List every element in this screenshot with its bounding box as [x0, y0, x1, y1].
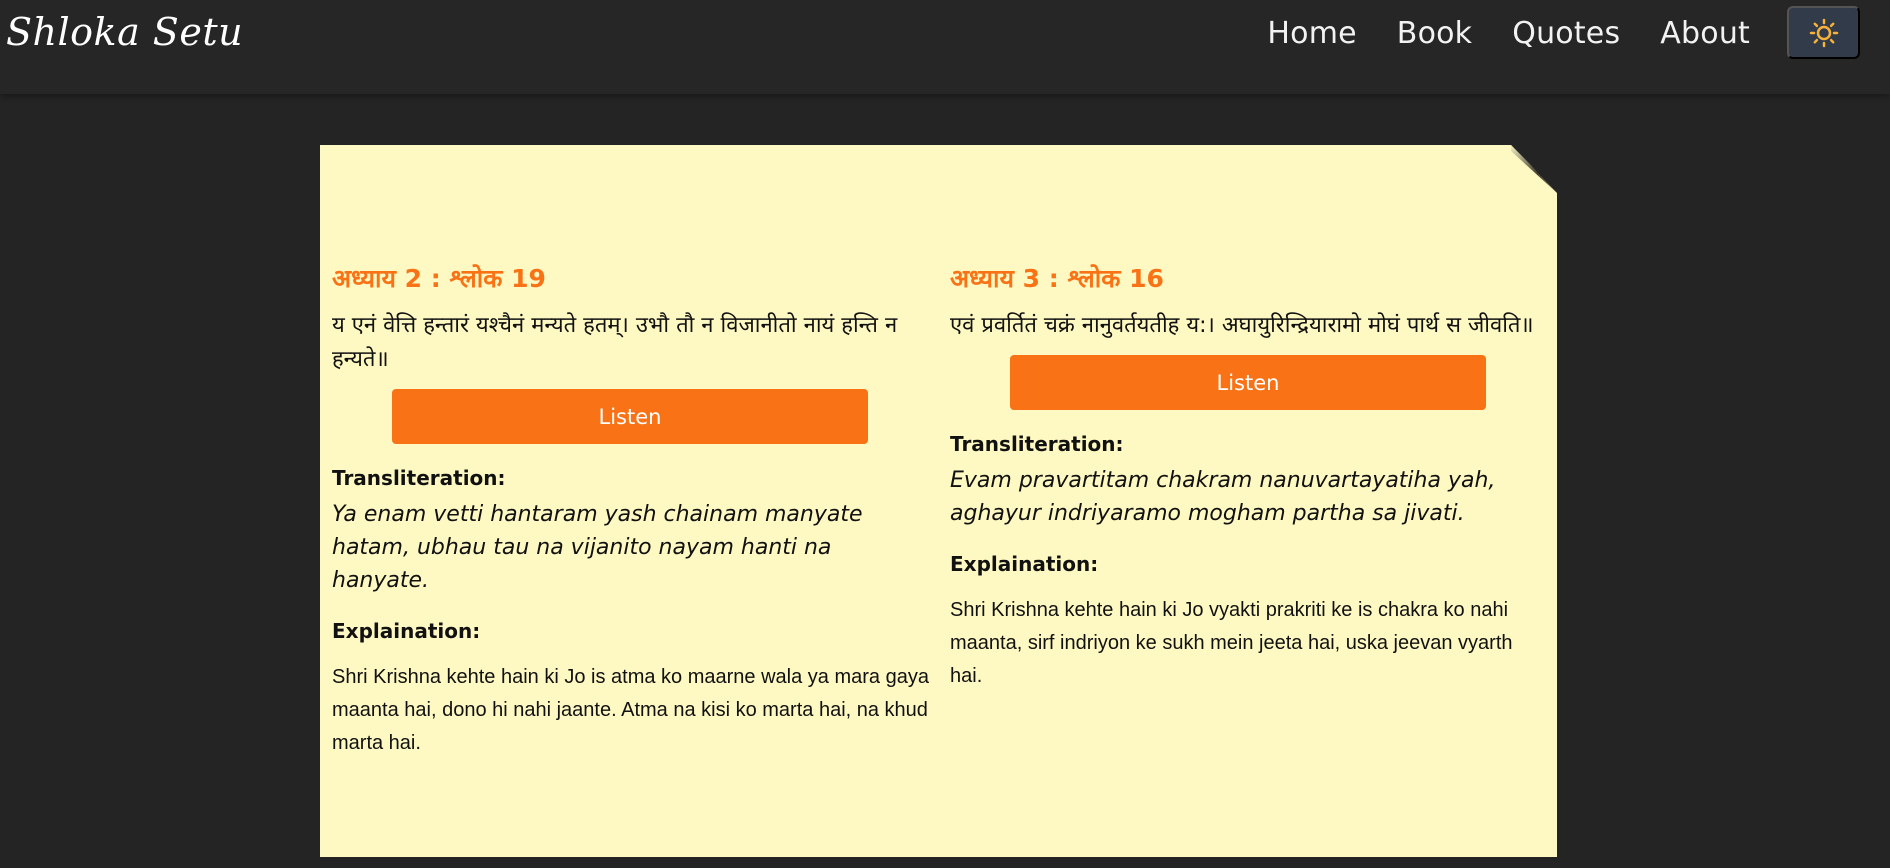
theme-toggle-button[interactable] [1787, 6, 1860, 59]
listen-button[interactable]: Listen [392, 389, 868, 444]
explanation-label: Explaination: [950, 552, 1099, 576]
explanation-text: Shri Krishna kehte hain ki Jo is atma ko… [332, 666, 929, 754]
verse-column-right: अध्याय 3 : श्लोक 16 एवं प्रवर्तितं चक्रं… [950, 261, 1550, 693]
sanskrit-text: य एनं वेत्ति हन्तारं यश्चैनं मन्यते हतम्… [332, 313, 898, 372]
nav-quotes[interactable]: Quotes [1512, 16, 1620, 51]
explanation-text: Shri Krishna kehte hain ki Jo vyakti pra… [950, 599, 1513, 687]
brand-logo[interactable]: Shloka Setu [6, 10, 243, 54]
transliteration-text: Evam pravartitam chakram nanuvartayatiha… [950, 468, 1496, 526]
nav-home[interactable]: Home [1267, 16, 1356, 51]
page-curl-icon[interactable] [1511, 145, 1557, 193]
verse-title: अध्याय 3 : श्लोक 16 [950, 264, 1164, 293]
transliteration-text: Ya enam vetti hantaram yash chainam many… [332, 502, 863, 593]
nav-about[interactable]: About [1660, 16, 1750, 51]
verse-card: अध्याय 2 : श्लोक 19 य एनं वेत्ति हन्तारं… [320, 145, 1557, 857]
verse-column-left: अध्याय 2 : श्लोक 19 य एनं वेत्ति हन्तारं… [332, 261, 932, 760]
sanskrit-text: एवं प्रवर्तितं चक्रं नानुवर्तयतीह य:। अघ… [950, 313, 1534, 338]
navbar: Shloka Setu Home Book Quotes About [0, 0, 1890, 94]
nav-book[interactable]: Book [1397, 16, 1472, 51]
verse-title: अध्याय 2 : श्लोक 19 [332, 264, 546, 293]
explanation-label: Explaination: [332, 619, 481, 643]
transliteration-label: Transliteration: [950, 432, 1124, 456]
listen-button[interactable]: Listen [1010, 355, 1486, 410]
nav-links: Home Book Quotes About [1267, 16, 1750, 51]
transliteration-label: Transliteration: [332, 466, 506, 490]
sun-icon [1809, 18, 1838, 47]
